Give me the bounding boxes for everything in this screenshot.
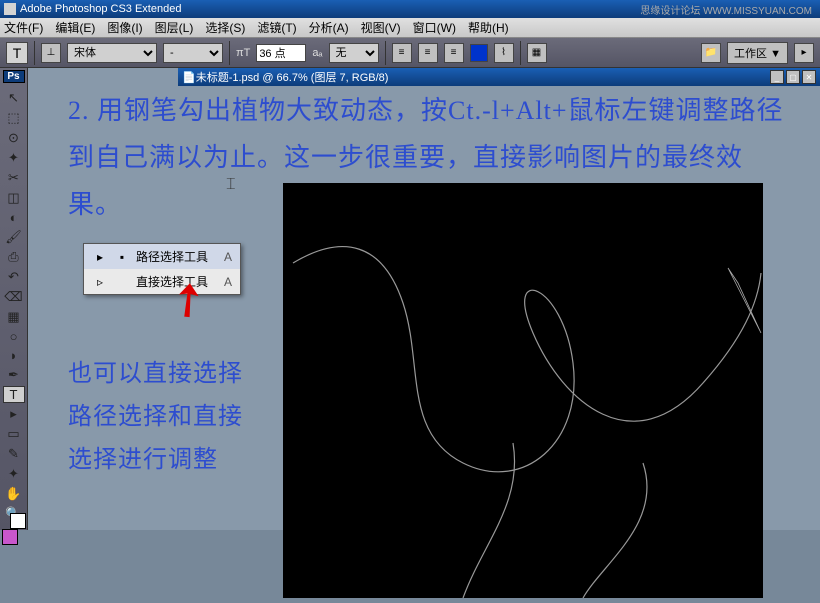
shape-tool[interactable]: ▭ (3, 425, 25, 443)
divider (520, 41, 521, 65)
doc-icon: 📄 (182, 71, 196, 84)
bridge-button[interactable]: 📁 (701, 43, 721, 63)
menu-analysis[interactable]: 分析(A) (309, 19, 349, 36)
menubar: 文件(F) 编辑(E) 图像(I) 图层(L) 选择(S) 滤镜(T) 分析(A… (0, 18, 820, 38)
blur-tool[interactable]: ○ (3, 328, 25, 345)
document-titlebar[interactable]: 📄 未标题-1.psd @ 66.7% (图层 7, RGB/8) _ ▢ ✕ (178, 68, 820, 86)
wand-tool[interactable]: ✦ (3, 149, 25, 167)
main-area: Ps ↖ ⬚ ⊙ ✦ ✂ ◫ ◐ 🖌 ⎙ ↶ ⌫ ▦ ○ ◗ ✒ T ▸ ▭ ✎… (0, 68, 820, 530)
text-cursor-icon: ⌶ (226, 176, 236, 194)
arrow-white-icon: ▹ (92, 275, 108, 289)
tutorial-text-secondary: 也可以直接选择路径选择和直接选择进行调整 (68, 353, 248, 483)
gradient-tool[interactable]: ▦ (3, 308, 25, 326)
orientation-toggle[interactable]: ⊥ (41, 43, 61, 63)
minimize-button[interactable]: _ (770, 70, 784, 84)
menu-label: 路径选择工具 (136, 248, 208, 265)
brush-tool[interactable]: 🖌 (3, 228, 25, 246)
path-curves (283, 183, 763, 598)
toolbox: Ps ↖ ⬚ ⊙ ✦ ✂ ◫ ◐ 🖌 ⎙ ↶ ⌫ ▦ ○ ◗ ✒ T ▸ ▭ ✎… (0, 68, 28, 530)
foreground-color[interactable] (2, 529, 18, 545)
type-tool[interactable]: T (3, 386, 25, 403)
antialias-select[interactable]: 无 (329, 43, 379, 63)
move-tool[interactable]: ↖ (3, 89, 25, 107)
watermark: 思缘设计论坛 WWW.MISSYUAN.COM (640, 2, 812, 17)
hand-tool[interactable]: ✋ (3, 485, 25, 503)
dodge-tool[interactable]: ◗ (3, 347, 25, 364)
crop-tool[interactable]: ✂ (3, 169, 25, 187)
arrow-black-icon: ▸ (92, 250, 108, 264)
align-center-button[interactable]: ≡ (418, 43, 438, 63)
app-title: Adobe Photoshop CS3 Extended (20, 3, 181, 15)
menu-filter[interactable]: 滤镜(T) (257, 19, 296, 36)
path-select-tool[interactable]: ▸ (3, 405, 25, 423)
notes-tool[interactable]: ✎ (3, 445, 25, 463)
eyedropper-tool[interactable]: ✦ (3, 465, 25, 483)
align-right-button[interactable]: ≡ (444, 43, 464, 63)
canvas[interactable] (283, 183, 763, 598)
text-color-swatch[interactable] (470, 44, 488, 62)
options-bar: T ⊥ 宋体 - πT aₐ 无 ≡ ≡ ≡ ⌇ ▦ 📁 工作区 ▼ ▸ (0, 38, 820, 68)
divider (229, 41, 230, 65)
background-color[interactable] (10, 513, 26, 529)
shortcut-key: A (214, 250, 232, 264)
menu-window[interactable]: 窗口(W) (413, 19, 456, 36)
tool-preset-icon[interactable]: T (6, 42, 28, 64)
menu-help[interactable]: 帮助(H) (468, 19, 509, 36)
size-icon: πT (236, 47, 250, 59)
marquee-tool[interactable]: ⬚ (3, 109, 25, 127)
menu-view[interactable]: 视图(V) (361, 19, 401, 36)
divider (34, 41, 35, 65)
font-style-select[interactable]: - (163, 43, 223, 63)
menu-file[interactable]: 文件(F) (4, 19, 43, 36)
app-icon (4, 3, 16, 15)
menu-select[interactable]: 选择(S) (205, 19, 245, 36)
pen-tool[interactable]: ✒ (3, 366, 25, 384)
menu-layer[interactable]: 图层(L) (155, 19, 194, 36)
eraser-tool[interactable]: ⌫ (3, 288, 25, 306)
path-selection-tool-item[interactable]: ▸ ▪ 路径选择工具 A (84, 244, 240, 269)
shortcut-key: A (214, 275, 232, 289)
slice-tool[interactable]: ◫ (3, 189, 25, 207)
palette-button[interactable]: ▦ (527, 43, 547, 63)
menu-image[interactable]: 图像(I) (107, 19, 142, 36)
font-size-input[interactable] (256, 44, 306, 62)
align-left-button[interactable]: ≡ (392, 43, 412, 63)
maximize-button[interactable]: ▢ (786, 70, 800, 84)
warp-text-button[interactable]: ⌇ (494, 43, 514, 63)
history-brush-tool[interactable]: ↶ (3, 268, 25, 286)
stamp-tool[interactable]: ⎙ (3, 248, 25, 266)
font-family-select[interactable]: 宋体 (67, 43, 157, 63)
lasso-tool[interactable]: ⊙ (3, 129, 25, 147)
heal-tool[interactable]: ◐ (3, 209, 25, 226)
ps-logo: Ps (3, 70, 25, 83)
document-title: 未标题-1.psd @ 66.7% (图层 7, RGB/8) (196, 69, 389, 85)
divider (385, 41, 386, 65)
workspace-button[interactable]: 工作区 ▼ (727, 42, 788, 64)
menu-edit[interactable]: 编辑(E) (55, 19, 95, 36)
workspace: 📄 未标题-1.psd @ 66.7% (图层 7, RGB/8) _ ▢ ✕ … (28, 68, 820, 530)
aa-label: aₐ (312, 47, 322, 59)
square-icon: ▪ (114, 250, 130, 264)
close-button[interactable]: ✕ (802, 70, 816, 84)
expand-button[interactable]: ▸ (794, 43, 814, 63)
